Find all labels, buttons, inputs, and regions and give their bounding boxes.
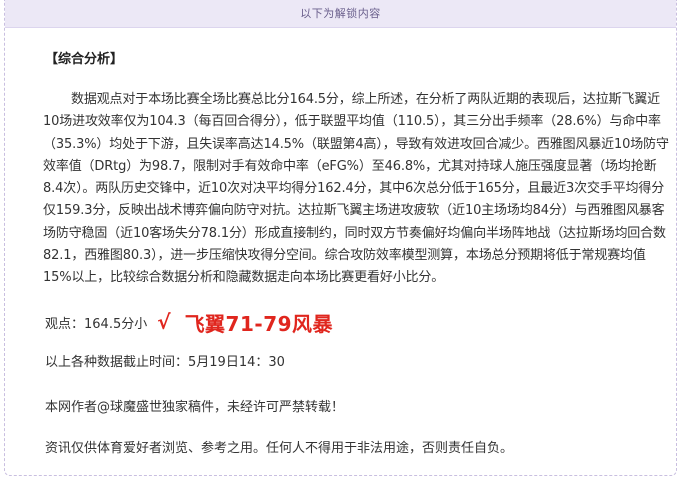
- unlock-banner: 以下为解锁内容: [5, 0, 676, 28]
- predicted-score: 飞翼71-79风暴: [184, 311, 334, 336]
- check-mark-icon: √: [157, 310, 171, 334]
- opinion-row: 观点：164.5分小 √ 飞翼71-79风暴: [45, 307, 333, 337]
- unlocked-content-panel: 以下为解锁内容 【综合分析】 数据观点对于本场比赛全场比赛总比分164.5分，综…: [4, 0, 677, 476]
- opinion-label: 观点：164.5分小: [45, 316, 148, 332]
- section-title: 【综合分析】: [45, 52, 124, 67]
- disclaimer-notice: 资讯仅供体育爱好者浏览、参考之用。任何人不得用于非法用途，否则责任自负。: [45, 441, 514, 456]
- data-cutoff-time: 以上各种数据截止时间：5月19日14：30: [45, 355, 285, 370]
- analysis-paragraph: 数据观点对于本场比赛全场比赛总比分164.5分，综上所述，在分析了两队近期的表现…: [43, 92, 669, 286]
- copyright-notice: 本网作者@球魔盛世独家稿件，未经许可严禁转载！: [45, 400, 345, 415]
